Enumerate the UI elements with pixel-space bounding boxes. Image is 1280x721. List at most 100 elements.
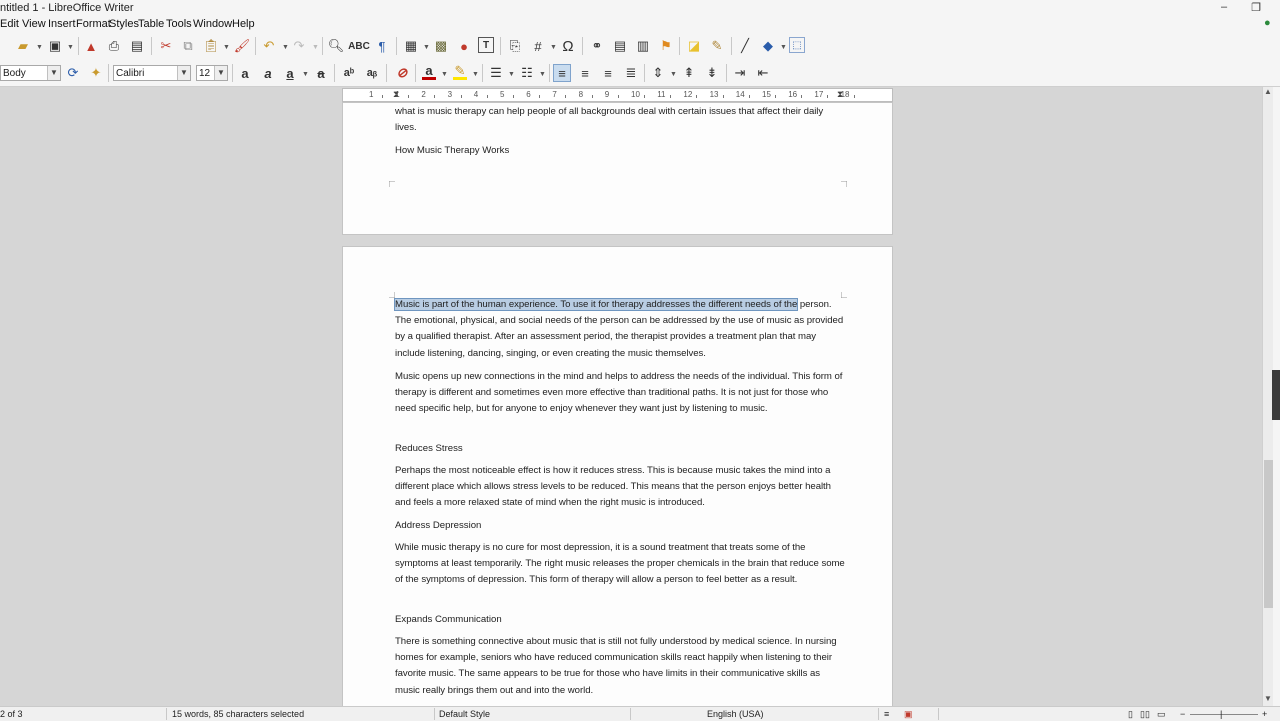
font-color-dropdown-icon[interactable]: ▼	[441, 71, 448, 78]
shapes-icon[interactable]: ◆	[759, 37, 777, 55]
open-icon[interactable]: ▰	[14, 37, 32, 55]
open-dropdown-icon[interactable]: ▼	[36, 44, 43, 51]
insert-chart-icon[interactable]: ●	[455, 37, 473, 55]
underline-icon[interactable]: a	[281, 64, 299, 82]
para-spacing-decrease-icon[interactable]: ⇟	[703, 64, 721, 82]
paragraph-depression[interactable]: While music therapy is no cure for most …	[395, 540, 845, 589]
save-icon[interactable]: ▣	[46, 37, 64, 55]
indent-decrease-icon[interactable]: ⇤	[754, 64, 772, 82]
menu-table[interactable]: Table	[138, 18, 164, 30]
page-break-icon[interactable]: ⎘	[506, 37, 524, 55]
paragraph-connections[interactable]: Music opens up new connections in the mi…	[395, 369, 845, 418]
paragraph-style-combo[interactable]: Body ▼	[0, 65, 61, 81]
single-page-view-icon[interactable]: ▯	[1128, 709, 1133, 720]
book-view-icon[interactable]: ▭	[1157, 709, 1166, 720]
paste-icon[interactable]: 📋︎	[202, 37, 220, 55]
subscript-icon[interactable]: aᵦ	[363, 64, 381, 82]
zoom-slider-handle[interactable]: |	[1220, 709, 1222, 719]
highlight-icon[interactable]: ✎	[451, 63, 469, 81]
formatting-marks-icon[interactable]: ¶	[373, 37, 391, 55]
line-spacing-dropdown-icon[interactable]: ▼	[670, 71, 677, 78]
field-dropdown-icon[interactable]: ▼	[550, 44, 557, 51]
redo-icon[interactable]: ↷	[290, 37, 308, 55]
paragraph-intro[interactable]: Music is part of the human experience. T…	[393, 297, 845, 362]
scroll-up-icon[interactable]: ▲	[1264, 87, 1272, 96]
spelling-icon[interactable]: ABC	[348, 37, 370, 55]
basic-shapes-icon[interactable]: ⬚	[789, 37, 805, 53]
word-count[interactable]: 15 words, 85 characters selected	[172, 709, 304, 719]
cut-icon[interactable]: ✂	[157, 37, 175, 55]
heading-reduces-stress[interactable]: Reduces Stress	[395, 443, 463, 454]
page1-paragraph[interactable]: what is music therapy can help people of…	[395, 104, 845, 136]
paste-dropdown-icon[interactable]: ▼	[223, 44, 230, 51]
heading-expands-communication[interactable]: Expands Communication	[395, 614, 502, 625]
hyperlink-icon[interactable]: ⚭	[588, 37, 606, 55]
ordered-list-dropdown-icon[interactable]: ▼	[539, 71, 546, 78]
menu-view[interactable]: View	[22, 18, 46, 30]
undo-icon[interactable]: ↶	[260, 37, 278, 55]
paragraph-communication[interactable]: There is something connective about musi…	[395, 634, 845, 699]
multi-page-view-icon[interactable]: ▯▯	[1140, 709, 1150, 720]
menu-format[interactable]: Format	[76, 18, 111, 30]
underline-dropdown-icon[interactable]: ▼	[302, 71, 309, 78]
clone-formatting-icon[interactable]: 🖌︎	[233, 37, 251, 55]
chevron-down-icon[interactable]: ▼	[177, 66, 190, 80]
align-center-icon[interactable]: ≡	[576, 64, 594, 82]
restore-button[interactable]: ❐	[1248, 1, 1264, 14]
scrollbar-thumb[interactable]	[1264, 460, 1273, 608]
user-icon[interactable]: ●	[1264, 17, 1276, 29]
page-count[interactable]: 2 of 3	[0, 709, 23, 719]
para-spacing-increase-icon[interactable]: ⇞	[680, 64, 698, 82]
field-icon[interactable]: #	[529, 37, 547, 55]
font-size-combo[interactable]: 12 ▼	[196, 65, 228, 81]
special-character-icon[interactable]: Ω	[559, 37, 577, 55]
indent-increase-icon[interactable]: ⇥	[731, 64, 749, 82]
save-dropdown-icon[interactable]: ▼	[67, 44, 74, 51]
horizontal-ruler[interactable]: ⧗ ⧗ 1 1 2 3 4 5 6 7 8 9 10 11 12 13 14 15 16 17 18	[342, 88, 893, 102]
footnote-icon[interactable]: ▤	[611, 37, 629, 55]
italic-icon[interactable]: a	[259, 64, 277, 82]
page-style[interactable]: Default Style	[439, 709, 490, 719]
print-icon[interactable]: ⎙	[105, 37, 123, 55]
find-replace-icon[interactable]: 🔍︎	[327, 37, 345, 55]
chevron-down-icon[interactable]: ▼	[214, 66, 227, 80]
bookmark-icon[interactable]: ⚑	[657, 37, 675, 55]
ordered-list-icon[interactable]: ☷	[518, 64, 536, 82]
menu-insert[interactable]: Insert	[48, 18, 76, 30]
justify-icon[interactable]: ≣	[622, 64, 640, 82]
scroll-down-icon[interactable]: ▼	[1264, 694, 1272, 703]
new-style-icon[interactable]: ✦	[87, 64, 105, 82]
insert-table-icon[interactable]: ▦	[402, 37, 420, 55]
chevron-down-icon[interactable]: ▼	[47, 66, 60, 80]
line-spacing-icon[interactable]: ⇕	[649, 64, 667, 82]
font-color-icon[interactable]: a	[420, 63, 438, 81]
highlight-dropdown-icon[interactable]: ▼	[472, 71, 479, 78]
zoom-out-icon[interactable]: −	[1180, 709, 1185, 719]
unordered-list-icon[interactable]: ☰	[487, 64, 505, 82]
undo-dropdown-icon[interactable]: ▼	[282, 44, 289, 51]
font-name-combo[interactable]: Calibri ▼	[113, 65, 191, 81]
align-right-icon[interactable]: ≡	[599, 64, 617, 82]
table-dropdown-icon[interactable]: ▼	[423, 44, 430, 51]
menu-edit[interactable]: Edit	[0, 18, 19, 30]
sidebar-toggle[interactable]	[1272, 370, 1280, 420]
heading-how-music-therapy-works[interactable]: How Music Therapy Works	[395, 145, 509, 156]
track-changes-icon[interactable]: ✎	[708, 37, 726, 55]
shapes-dropdown-icon[interactable]: ▼	[780, 44, 787, 51]
copy-icon[interactable]: ⧉	[179, 37, 197, 55]
paragraph-stress[interactable]: Perhaps the most noticeable effect is ho…	[395, 463, 845, 512]
update-style-icon[interactable]: ⟳	[64, 64, 82, 82]
comment-icon[interactable]: ◪	[685, 37, 703, 55]
zoom-in-icon[interactable]: +	[1262, 709, 1267, 719]
insert-textbox-icon[interactable]: T	[478, 37, 494, 53]
heading-address-depression[interactable]: Address Depression	[395, 520, 481, 531]
redo-dropdown-icon[interactable]: ▼	[312, 44, 319, 51]
clear-formatting-icon[interactable]: ⊘	[393, 64, 411, 82]
minimize-button[interactable]: –	[1216, 1, 1232, 13]
menu-tools[interactable]: Tools	[166, 18, 192, 30]
menu-help[interactable]: Help	[232, 18, 255, 30]
bold-icon[interactable]: a	[236, 64, 254, 82]
document-modified-icon[interactable]: ▣	[904, 709, 913, 720]
selection-mode-icon[interactable]: ≡	[884, 709, 889, 719]
superscript-icon[interactable]: aᵇ	[340, 64, 358, 82]
